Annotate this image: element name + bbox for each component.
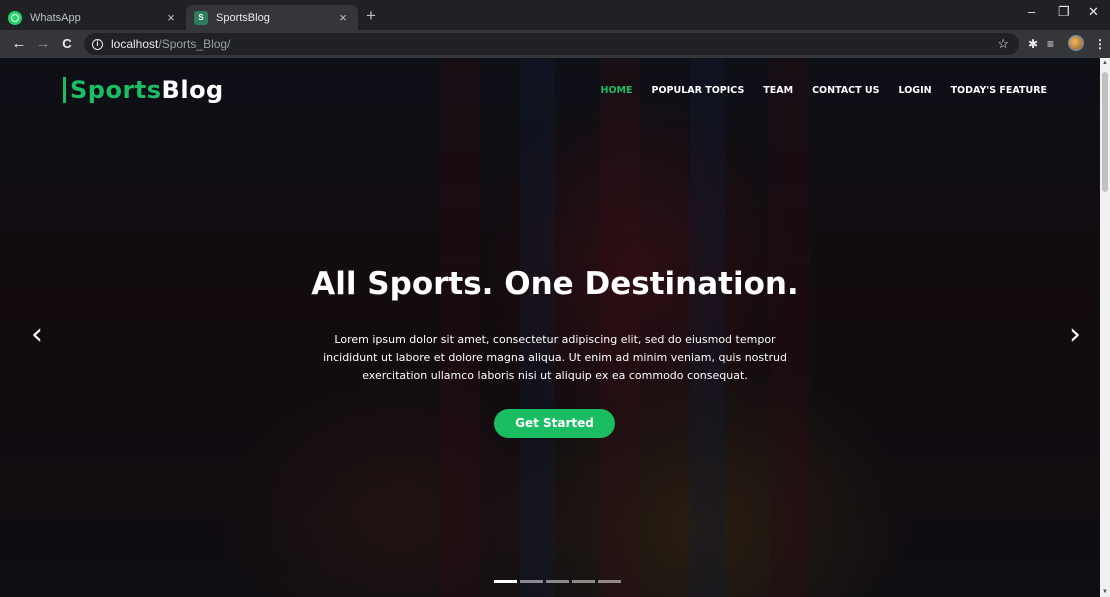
scroll-up-icon[interactable]: ▲ xyxy=(1100,60,1110,66)
nav-popular-topics[interactable]: POPULAR TOPICS xyxy=(652,85,745,96)
tab-strip: WhatsApp × S SportsBlog × + – ❐ ✕ xyxy=(0,0,1110,30)
carousel-indicator[interactable] xyxy=(546,580,569,583)
logo-text-blog: Blog xyxy=(161,76,224,104)
nav-login[interactable]: LOGIN xyxy=(899,85,932,96)
carousel-indicator[interactable] xyxy=(494,580,517,583)
new-tab-button[interactable]: + xyxy=(366,6,376,26)
profile-avatar[interactable] xyxy=(1068,35,1084,51)
scrollbar-thumb[interactable] xyxy=(1102,72,1108,192)
reading-list-icon[interactable]: ≡ xyxy=(1047,37,1054,51)
main-nav: HOME POPULAR TOPICS TEAM CONTACT US LOGI… xyxy=(601,85,1047,96)
carousel-next-arrow-icon[interactable]: › xyxy=(1064,320,1086,350)
nav-contact-us[interactable]: CONTACT US xyxy=(812,85,879,96)
hero-section: Sports Blog HOME POPULAR TOPICS TEAM CONT… xyxy=(0,58,1110,597)
close-window-button[interactable]: ✕ xyxy=(1088,4,1099,20)
address-bar[interactable]: i localhost/Sports_Blog/ ☆ xyxy=(84,33,1019,55)
carousel-indicators xyxy=(494,580,621,583)
bookmark-star-icon[interactable]: ☆ xyxy=(997,36,1009,52)
url-host: localhost xyxy=(111,37,159,51)
get-started-button[interactable]: Get Started xyxy=(494,409,615,438)
carousel-prev-arrow-icon[interactable]: ‹ xyxy=(26,320,48,350)
nav-team[interactable]: TEAM xyxy=(763,85,793,96)
tab-sportsblog[interactable]: S SportsBlog × xyxy=(186,5,358,30)
info-icon[interactable]: i xyxy=(92,38,103,50)
logo-bar xyxy=(63,77,66,103)
page-scrollbar[interactable]: ▲ ▼ xyxy=(1100,58,1110,597)
menu-icon[interactable]: ⋮ xyxy=(1094,37,1106,51)
nav-home[interactable]: HOME xyxy=(601,85,633,96)
whatsapp-icon xyxy=(8,10,22,25)
url-path: /Sports_Blog/ xyxy=(158,37,231,51)
site-logo[interactable]: Sports Blog xyxy=(63,76,224,104)
toolbar: ← → C i localhost/Sports_Blog/ ☆ ✱ ≡ ⋮ xyxy=(0,30,1110,58)
carousel-indicator[interactable] xyxy=(598,580,621,583)
tab-close-icon[interactable]: × xyxy=(336,10,350,25)
sportsblog-favicon-icon: S xyxy=(194,10,208,25)
back-button[interactable]: ← xyxy=(10,35,28,53)
forward-button[interactable]: → xyxy=(34,35,52,53)
carousel-indicator[interactable] xyxy=(572,580,595,583)
carousel-indicator[interactable] xyxy=(520,580,543,583)
tab-title: WhatsApp xyxy=(30,11,81,24)
maximize-button[interactable]: ❐ xyxy=(1058,4,1070,20)
puzzle-icon[interactable]: ✱ xyxy=(1028,37,1038,51)
minimize-button[interactable]: – xyxy=(1028,4,1035,19)
logo-text-sports: Sports xyxy=(70,76,162,104)
reload-button[interactable]: C xyxy=(58,35,76,53)
tab-whatsapp[interactable]: WhatsApp × xyxy=(0,5,186,30)
hero-overlay xyxy=(0,58,1110,597)
nav-todays-feature[interactable]: TODAY'S FEATURE xyxy=(951,85,1047,96)
hero-title: All Sports. One Destination. xyxy=(311,266,799,302)
tab-close-icon[interactable]: × xyxy=(164,10,178,25)
scroll-down-icon[interactable]: ▼ xyxy=(1100,589,1110,595)
hero-description: Lorem ipsum dolor sit amet, consectetur … xyxy=(323,333,787,382)
tab-title: SportsBlog xyxy=(216,11,270,24)
